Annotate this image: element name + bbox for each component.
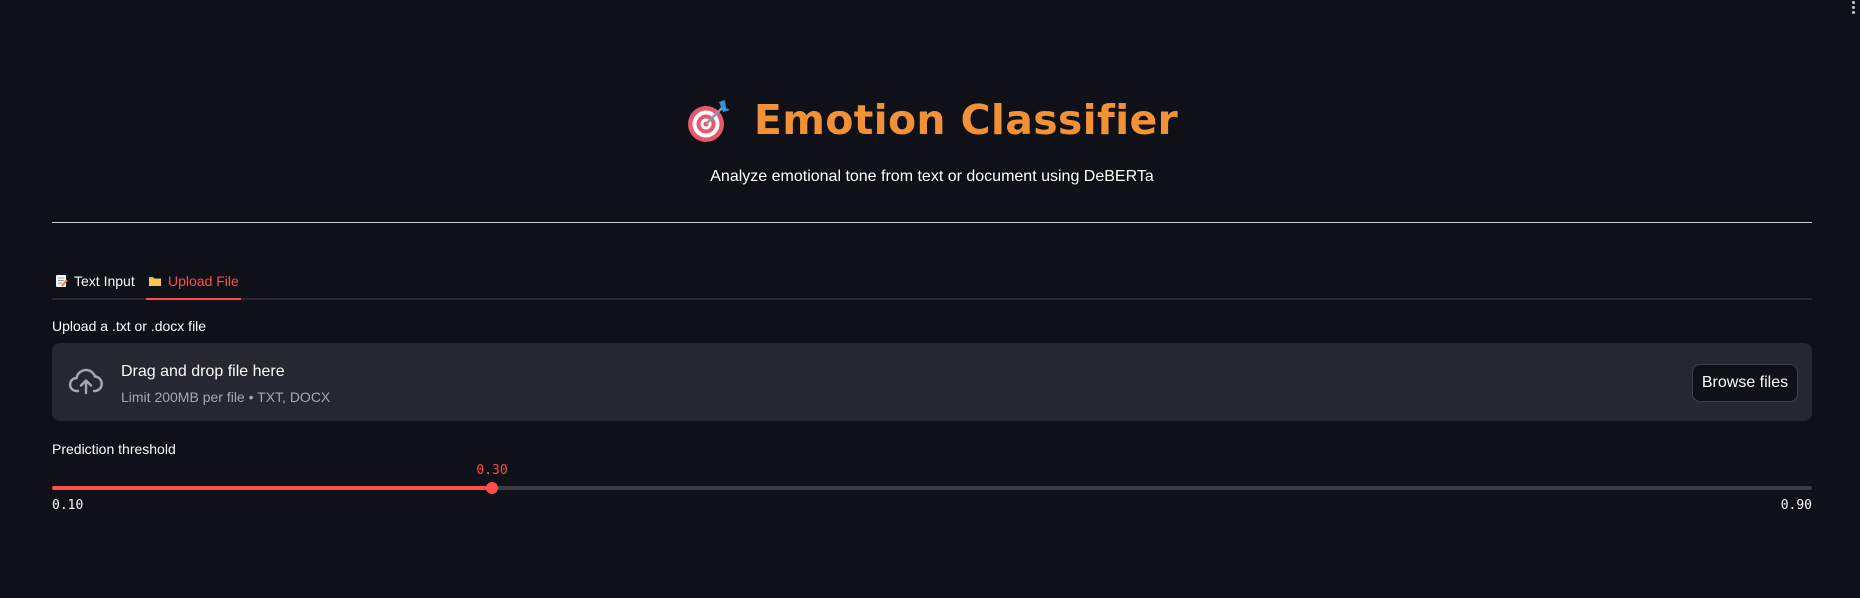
tab-upload-file[interactable]: Upload File: [146, 264, 241, 300]
cloud-upload-icon: [68, 368, 103, 395]
slider-max-label: 0.90: [1780, 498, 1812, 513]
threshold-slider[interactable]: 0.30: [52, 463, 1812, 510]
tab-text-input-label: Text Input: [74, 273, 135, 289]
page-subtitle: Analyze emotional tone from text or docu…: [710, 168, 1154, 185]
divider: [52, 222, 1812, 223]
tab-bar: Text Input Upload File: [52, 264, 1812, 300]
app-menu-icon[interactable]: [1852, 0, 1856, 16]
dropzone-instructions: Drag and drop file here: [121, 363, 285, 380]
dropzone-limit-text: Limit 200MB per file • TXT, DOCX: [121, 389, 331, 405]
slider-fill: [52, 486, 492, 490]
browse-files-button[interactable]: Browse files: [1692, 364, 1798, 402]
upload-label: Upload a .txt or .docx file: [52, 318, 207, 334]
main-content: Emotion Classifier Analyze emotional ton…: [52, 0, 1812, 598]
folder-icon: [149, 277, 161, 286]
slider-thumb[interactable]: [486, 482, 498, 494]
file-dropzone[interactable]: Drag and drop file here Limit 200MB per …: [52, 343, 1812, 421]
slider-min-label: 0.10: [52, 498, 84, 513]
title-row: Emotion Classifier: [52, 96, 1812, 144]
tab-upload-file-label: Upload File: [168, 273, 239, 289]
threshold-label: Prediction threshold: [52, 441, 176, 457]
slider-value: 0.30: [476, 463, 508, 478]
tab-text-input[interactable]: Text Input: [54, 264, 135, 298]
memo-icon: [56, 275, 68, 287]
direct-hit-target-icon: [687, 100, 730, 142]
page-title: Emotion Classifier: [753, 96, 1179, 144]
